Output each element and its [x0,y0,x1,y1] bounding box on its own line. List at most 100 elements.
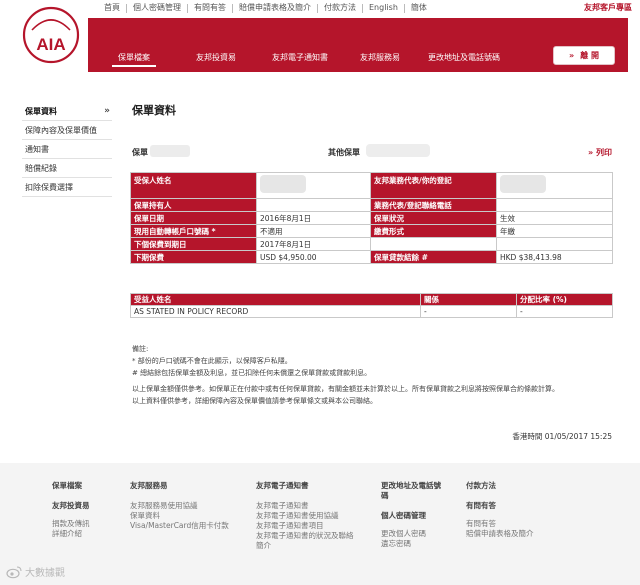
tab-service[interactable]: 友邦服務易 [360,52,400,63]
sidebar-item-label: 保單資料 [25,107,57,116]
footer-col-payment: 付款方法 有問有答 有問有答 賠償申請表格及簡介 [466,481,534,539]
footer-link[interactable]: 友邦電子通知書使用協議 [256,511,354,521]
sidebar-item-deduction[interactable]: 扣除保費選擇 [22,178,112,197]
notes-title: 備註: [132,345,149,353]
table-row: 下個保費到期日 2017年8月1日 [130,237,613,251]
logo-text: AIA [36,35,65,54]
tab-e-notice[interactable]: 友邦電子通知書 [272,52,328,63]
autopay-account-label: 現用自動轉帳戶口號碼 * [130,224,257,238]
hk-timestamp: 香港時間 01/05/2017 15:25 [512,432,612,441]
payment-mode-label: 繳費形式 [370,224,497,238]
policy-holder-value [256,198,371,212]
aia-logo[interactable]: AIA [22,6,80,64]
redacted-value [500,175,546,193]
sidebar-item-policy-info[interactable]: 保單資料 » [22,102,112,121]
footer-link[interactable]: 保單資料 [130,511,229,521]
table-row: AS STATED IN POLICY RECORD - - [130,305,613,318]
policy-status-value: 生效 [496,211,613,225]
sidebar-item-label: 扣除保費選擇 [25,183,73,192]
table-row: 現用自動轉帳戶口號碼 * 不適用 繳費形式 年繳 [130,224,613,238]
agent-label: 友邦業務代表/你的登記 [370,172,497,199]
beneficiary-table: 受益人姓名 關係 分配比率 (%) AS STATED IN POLICY RE… [130,293,613,318]
top-link-payment[interactable]: 付款方法 [318,2,362,14]
top-link-home[interactable]: 首頁 [98,2,126,14]
redacted-value [260,175,306,193]
tab-policy-file[interactable]: 保單檔案 [112,52,156,67]
watermark: 大數據觀 [6,564,65,579]
top-link-english[interactable]: English [363,2,404,14]
top-links: 首頁 個人密碼管理 有問有答 賠償申請表格及簡介 付款方法 English 簡体 [98,2,433,14]
policy-holder-label: 保單持有人 [130,198,257,212]
footer-link[interactable]: 賠償申請表格及簡介 [466,529,534,539]
column-header: 受益人姓名 [130,293,421,306]
sidebar-item-notices[interactable]: 通知書 [22,140,112,159]
next-due-value: 2017年8月1日 [256,237,371,251]
sidebar-item-coverage[interactable]: 保障內容及保單價值 [22,121,112,140]
chevron-right-icon: » [569,51,575,60]
chevron-right-icon: » [104,106,110,116]
notes-section: 備註: * 部份的戶口號碼不會在此顯示，以保障客戶私隱。 # 總結餘包括保單金額… [132,344,617,408]
table-row: 保單日期 2016年8月1日 保單狀況 生效 [130,211,613,225]
sidebar-item-label: 賠償紀錄 [25,164,57,173]
beneficiary-name: AS STATED IN POLICY RECORD [130,305,421,318]
policy-status-label: 保單狀況 [370,211,497,225]
footer-link[interactable]: 遺忘密碼 [381,539,447,549]
note-line: # 總結餘包括保單金額及利息，並已扣除任何未償還之保單貸款或貸款利息。 [132,369,372,377]
footer-link[interactable]: 更改個人密碼 [381,529,447,539]
weibo-icon [6,565,22,578]
footer-heading[interactable]: 更改地址及電話號碼 [381,481,447,501]
payment-mode-value: 年繳 [496,224,613,238]
footer-heading[interactable]: 保單檔案 [52,481,90,491]
footer-heading[interactable]: 有問有答 [466,501,534,511]
column-header: 關係 [420,293,517,306]
agent-phone-value [496,198,613,212]
loan-balance-value: HKD $38,413.98 [496,250,613,264]
top-link-password[interactable]: 個人密碼管理 [127,2,187,14]
note-line: * 部份的戶口號碼不會在此顯示，以保障客戶私隱。 [132,357,292,365]
beneficiary-relation: - [420,305,517,318]
next-due-label: 下個保費到期日 [130,237,257,251]
footer-link[interactable]: 簡介 [256,541,354,551]
footer-link[interactable]: 捐款及傳訊 [52,519,90,529]
policy-info-line: 保單 其他保單 » 列印 [132,144,612,159]
top-link-simplified[interactable]: 簡体 [405,2,433,14]
other-policy-label: 其他保單 [328,148,360,157]
column-header: 分配比率 (%) [516,293,613,306]
footer-heading[interactable]: 友邦投資易 [52,501,90,511]
logout-button[interactable]: » 離 開 [553,46,615,65]
tab-change-address[interactable]: 更改地址及電話號碼 [428,52,500,63]
table-row: 受保人姓名 友邦業務代表/你的登記 [130,172,613,199]
footer-heading[interactable]: 付款方法 [466,481,534,491]
loan-balance-label: 保單貸款結餘 # [370,250,497,264]
print-link[interactable]: » 列印 [588,147,612,158]
footer-col-service: 友邦服務易 友邦服務易使用協議 保單資料 Visa/MasterCard信用卡付… [130,481,229,531]
footer-heading[interactable]: 個人密碼管理 [381,511,447,521]
sidebar-item-label: 通知書 [25,145,49,154]
agent-phone-label: 業務代表/登記聯絡電話 [370,198,497,212]
autopay-account-value: 不適用 [256,224,371,238]
next-premium-label: 下期保費 [130,250,257,264]
top-bar: 首頁 個人密碼管理 有問有答 賠償申請表格及簡介 付款方法 English 簡体… [0,0,640,18]
policy-date-label: 保單日期 [130,211,257,225]
footer-link[interactable]: 友邦電子通知書項目 [256,521,354,531]
other-policy-select[interactable] [366,144,430,157]
footer-link[interactable]: 友邦電子通知書的狀況及聯絡 [256,531,354,541]
footer-heading[interactable]: 友邦電子通知書 [256,481,354,491]
footer-link[interactable]: 有問有答 [466,519,534,529]
tab-investment[interactable]: 友邦投資易 [196,52,236,63]
main-nav: 保單檔案 友邦投資易 友邦電子通知書 友邦服務易 更改地址及電話號碼 » 離 開 [88,18,628,72]
sidebar-item-claims[interactable]: 賠償紀錄 [22,159,112,178]
top-link-claims[interactable]: 賠償申請表格及簡介 [233,2,317,14]
footer-col-policy: 保單檔案 友邦投資易 捐款及傳訊 詳細介紹 [52,481,90,539]
footer-heading[interactable]: 友邦服務易 [130,481,229,491]
footer-link[interactable]: Visa/MasterCard信用卡付款 [130,521,229,531]
footer-link[interactable]: 友邦服務易使用協議 [130,501,229,511]
insured-name-label: 受保人姓名 [130,172,257,199]
table-header-row: 受益人姓名 關係 分配比率 (%) [130,293,613,306]
watermark-text: 大數據觀 [25,568,65,579]
sidebar: 保單資料 » 保障內容及保單價值 通知書 賠償紀錄 扣除保費選擇 [22,102,112,197]
footer-link[interactable]: 詳細介紹 [52,529,90,539]
footer-link[interactable]: 友邦電子通知書 [256,501,354,511]
insured-name-value [256,172,371,199]
top-link-faq[interactable]: 有問有答 [188,2,232,14]
